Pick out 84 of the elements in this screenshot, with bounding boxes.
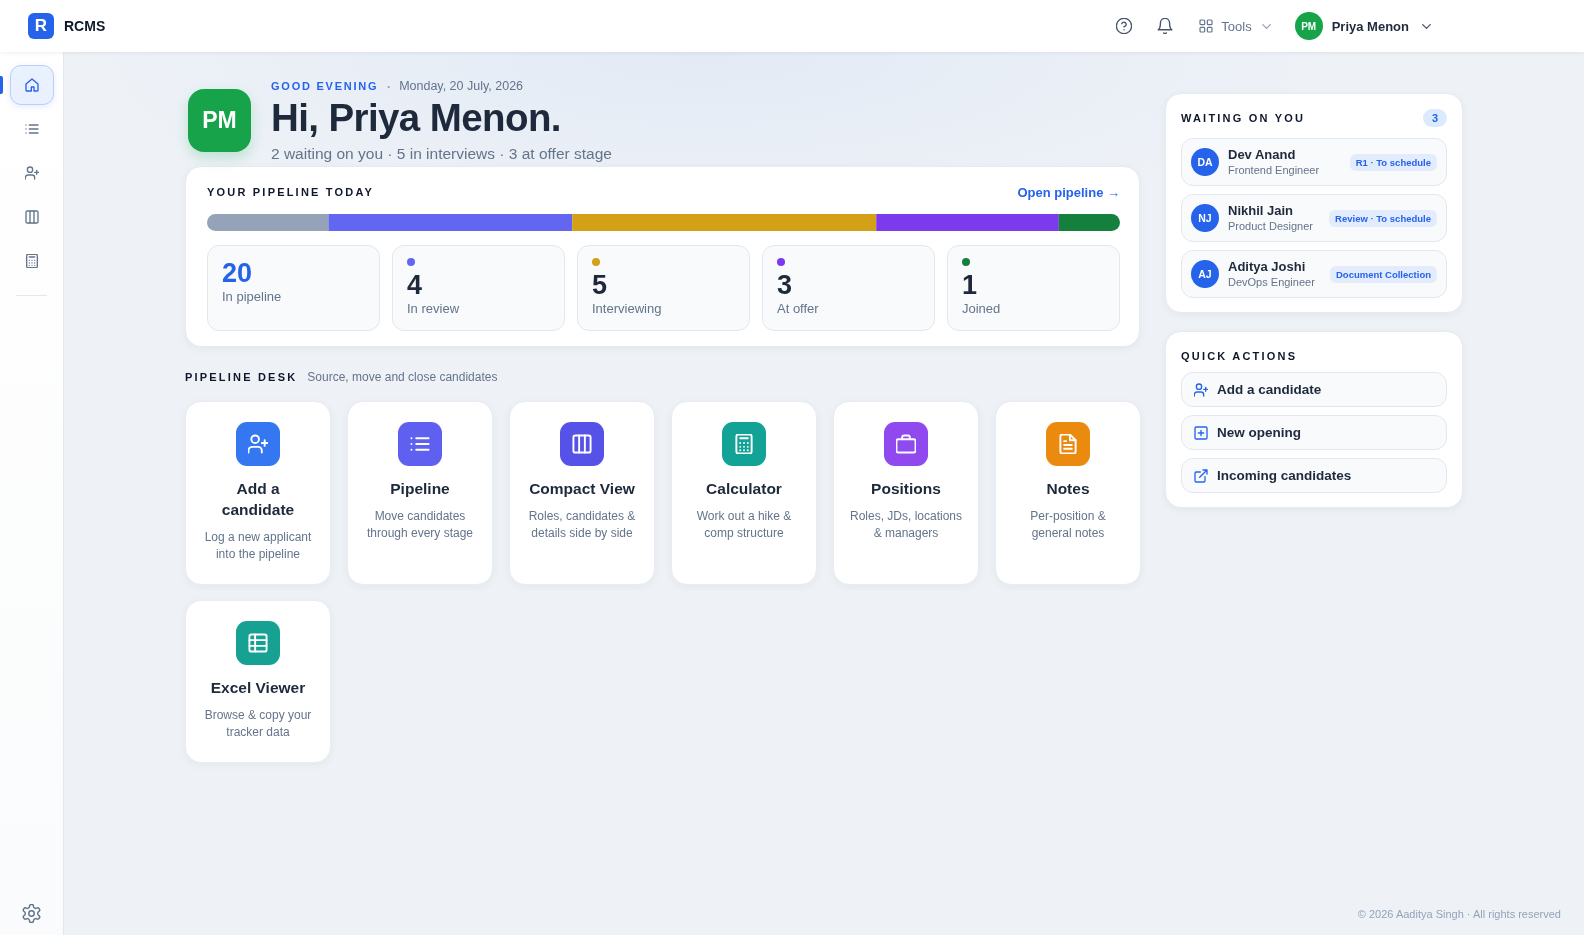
greeting-date: Monday, 20 July, 2026: [399, 79, 524, 93]
section-title: WAITING ON YOU: [1181, 112, 1306, 124]
user-plus-icon: [1194, 382, 1208, 397]
tool-title: Add a candidate: [220, 479, 296, 520]
plus-square-icon: [1194, 425, 1208, 440]
stage-tag: Review · To schedule: [1329, 209, 1437, 227]
separator: •: [387, 81, 391, 91]
candidate-avatar: DA: [1191, 148, 1219, 176]
tool-title: Calculator: [706, 479, 782, 499]
stat-value: 1: [962, 270, 979, 300]
candidate-role: DevOps Engineer: [1228, 274, 1315, 290]
tool-title: Compact View: [529, 479, 635, 499]
home-icon: [24, 78, 39, 92]
candidate-avatar: AJ: [1191, 260, 1219, 288]
tool-title: Positions: [871, 479, 941, 499]
active-indicator: [0, 76, 3, 94]
app-name: RCMS: [64, 18, 106, 34]
bell-icon[interactable]: [1157, 18, 1174, 34]
candidate-row[interactable]: AJ Aditya Joshi DevOps Engineer Document Collection: [1181, 250, 1447, 298]
candidate-name: Nikhil Jain: [1228, 202, 1294, 219]
tool-description: Roles, candidates & details side by side: [527, 508, 637, 542]
tool-description: Log a new applicant into the pipeline: [203, 529, 313, 563]
columns-icon: [24, 210, 39, 224]
help-icon[interactable]: [1116, 18, 1133, 34]
stat-label: In review: [407, 300, 461, 318]
stat-label: At offer: [777, 300, 820, 318]
user-avatar: PM: [188, 89, 251, 152]
app-logo: R: [28, 13, 54, 39]
stat-value: 20: [222, 258, 254, 288]
user-avatar: PM: [1294, 12, 1323, 40]
greeting-eyebrow: GOOD EVENING: [271, 80, 379, 92]
external-link-icon: [1194, 468, 1208, 483]
stat-label: Joined: [962, 300, 1002, 318]
candidate-row[interactable]: DA Dev Anand Frontend Engineer R1 · To schedule: [1181, 138, 1447, 186]
quick-action-button[interactable]: New opening: [1181, 415, 1447, 450]
tool-card[interactable]: Calculator Work out a hike & comp structure: [671, 401, 817, 585]
tool-description: Per-position & general notes: [1029, 508, 1107, 542]
chevron-down-icon: [1422, 23, 1431, 29]
tool-description: Browse & copy your tracker data: [203, 707, 313, 741]
user-plus-icon: [24, 166, 39, 180]
count-badge: 3: [1423, 109, 1447, 127]
user-menu-button[interactable]: PM Priya Menon: [1294, 12, 1431, 40]
tool-title: Notes: [1046, 479, 1090, 499]
tool-title: Excel Viewer: [210, 678, 306, 698]
quick-action-button[interactable]: Add a candidate: [1181, 372, 1447, 407]
chevron-down-icon: [1261, 23, 1271, 29]
stage-tag: Document Collection: [1330, 265, 1437, 283]
candidate-avatar: NJ: [1191, 204, 1219, 232]
tool-card[interactable]: Notes Per-position & general notes: [995, 401, 1141, 585]
quick-action-button[interactable]: Incoming candidates: [1181, 458, 1447, 493]
sidebar-item[interactable]: [9, 65, 54, 105]
calculator-icon: [24, 254, 39, 268]
candidate-role: Frontend Engineer: [1228, 162, 1320, 178]
stat-value: 5: [592, 270, 609, 300]
section-title: YOUR PIPELINE TODAY: [207, 186, 375, 198]
stage-tag: R1 · To schedule: [1349, 153, 1437, 171]
stat-value: 4: [407, 270, 424, 300]
tools-menu-button[interactable]: Tools: [1199, 18, 1271, 34]
settings-icon[interactable]: [22, 904, 41, 923]
tool-description: Roles, JDs, locations & managers: [849, 508, 963, 542]
tool-description: Move candidates through every stage: [365, 508, 475, 542]
candidate-name: Aditya Joshi: [1228, 258, 1306, 275]
stat-label: In pipeline: [222, 288, 283, 306]
footer-text: © 2026 Aaditya Singh · All rights reserved: [1356, 907, 1562, 922]
tool-card[interactable]: Compact View Roles, candidates & details side by side: [509, 401, 655, 585]
list-icon: [24, 122, 39, 136]
section-title: PIPELINE DESK: [185, 371, 298, 383]
stat-label: Interviewing: [592, 300, 663, 318]
tool-description: Work out a hike & comp structure: [695, 508, 793, 542]
section-title: QUICK ACTIONS: [1181, 350, 1298, 362]
candidate-row[interactable]: NJ Nikhil Jain Product Designer Review · To schedule: [1181, 194, 1447, 242]
greeting-heading: Hi, Priya Menon.: [271, 96, 562, 140]
tool-card[interactable]: Excel Viewer Browse & copy your tracker data: [185, 600, 331, 763]
tool-card[interactable]: Add a candidate Log a new applicant into the pipeline: [185, 401, 331, 585]
tool-title: Pipeline: [390, 479, 450, 499]
greeting-summary: 2 waiting on you · 5 in interviews · 3 at offer stage: [271, 144, 612, 164]
section-subtitle: Source, move and close candidates: [307, 370, 498, 384]
candidate-role: Product Designer: [1228, 218, 1313, 234]
grid-icon: [1199, 19, 1214, 33]
open-pipeline-link[interactable]: Open pipeline →: [1017, 184, 1120, 200]
tool-card[interactable]: Positions Roles, JDs, locations & managers: [833, 401, 979, 585]
tool-card[interactable]: Pipeline Move candidates through every stage: [347, 401, 493, 585]
candidate-name: Dev Anand: [1228, 146, 1296, 163]
stat-value: 3: [777, 270, 794, 300]
